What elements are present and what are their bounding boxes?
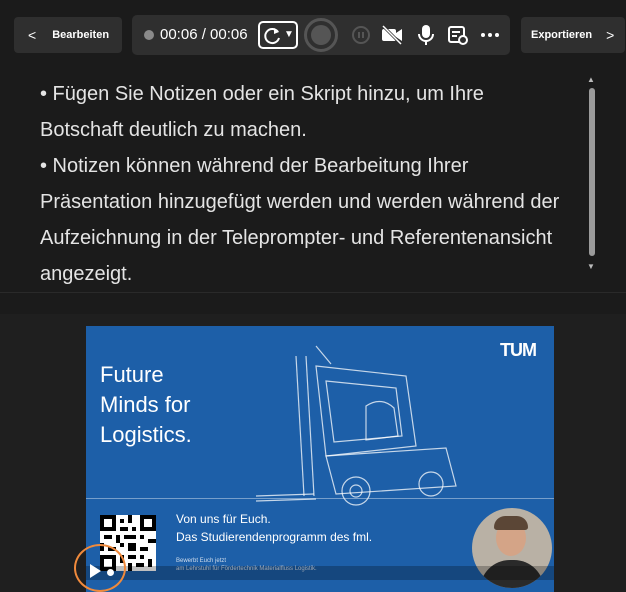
record-icon <box>311 25 331 45</box>
tum-logo: TUM <box>500 340 537 360</box>
camera-off-icon[interactable] <box>380 23 404 47</box>
notes-line: Präsentation hinzugefügt werden und werd… <box>40 191 560 213</box>
recording-toolbar: < Bearbeiten 00:06 / 00:06 ▼ Exportieren… <box>0 0 626 66</box>
ground-line <box>86 498 554 499</box>
notes-line: Aufzeichnung in der Teleprompter- und Re… <box>40 227 553 249</box>
notes-line: Botschaft deutlich zu machen. <box>40 119 307 141</box>
pause-icon[interactable] <box>352 26 370 44</box>
recording-controls: 00:06 / 00:06 ▼ <box>132 15 510 55</box>
notes-line: • Fügen Sie Notizen oder ein Skript hinz… <box>40 83 484 105</box>
camera-person-hair <box>494 516 528 530</box>
chevron-down-icon: ▼ <box>284 29 294 40</box>
retake-button[interactable]: ▼ <box>258 21 298 49</box>
back-edit-button[interactable]: < Bearbeiten <box>14 17 122 53</box>
speaker-notes-panel[interactable]: • Fügen Sie Notizen oder ein Skript hinz… <box>0 66 626 292</box>
notes-settings-icon[interactable] <box>446 23 470 47</box>
notes-scrollbar[interactable] <box>589 88 595 256</box>
play-icon <box>90 564 101 578</box>
record-button[interactable] <box>304 18 338 52</box>
notes-line: angezeigt. <box>40 263 133 285</box>
slide-subtitle: Das Studierendenprogramm des fml. <box>176 530 373 544</box>
back-edit-label: Bearbeiten <box>52 29 110 41</box>
progress-handle[interactable] <box>107 569 114 576</box>
play-button[interactable] <box>74 544 126 592</box>
forklift-illustration <box>255 345 457 506</box>
retake-icon <box>264 28 280 45</box>
slide-title: Future Minds for Logistics. <box>100 360 192 450</box>
more-icon[interactable] <box>478 23 502 47</box>
divider <box>0 292 626 314</box>
slide-title-line: Minds for <box>100 392 191 417</box>
notes-line: • Notizen können während der Bearbeitung… <box>40 155 469 177</box>
chevron-right-icon: > <box>606 27 615 43</box>
chevron-left-icon: < <box>28 27 37 43</box>
slide-preview: Future Minds for Logistics. TUM Von uns … <box>86 326 554 592</box>
scroll-down-arrow-icon[interactable]: ▼ <box>587 262 595 271</box>
export-label: Exportieren <box>531 29 593 41</box>
playback-progress-bar[interactable] <box>86 566 554 580</box>
slide-footnote: Bewerbt Euch jetzt <box>176 558 227 564</box>
scroll-up-arrow-icon[interactable]: ▲ <box>587 75 595 84</box>
recording-timer: 00:06 / 00:06 <box>160 26 248 43</box>
recording-status-dot <box>144 30 154 40</box>
export-button[interactable]: Exportieren > <box>521 17 625 53</box>
microphone-icon[interactable] <box>416 23 436 47</box>
slide-title-line: Future <box>100 362 164 387</box>
slide-subtitle: Von uns für Euch. <box>176 512 271 526</box>
slide-title-line: Logistics. <box>100 422 192 447</box>
